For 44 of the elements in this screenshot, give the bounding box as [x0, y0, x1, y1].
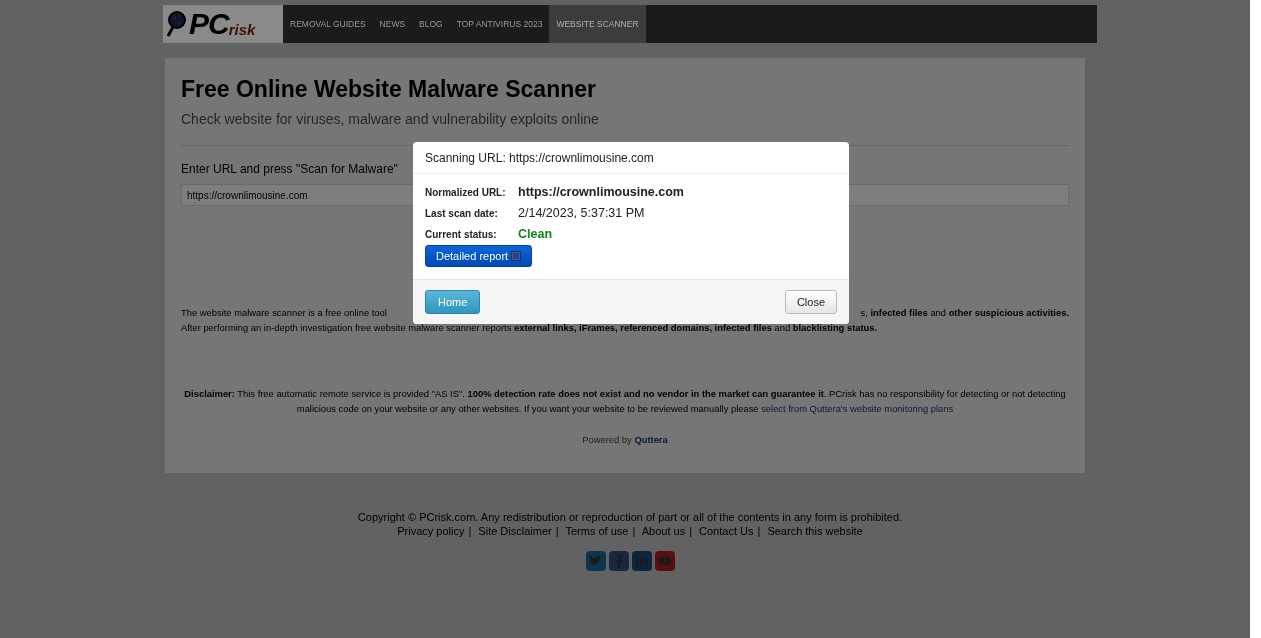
nav-link[interactable]: BLOG [412, 5, 450, 43]
disclaimer-text: Disclaimer: This free automatic remote service is provided "AS IS". 100% detection rate does not exist and no vendor in the market can guarantee it. PCrisk has no responsibility for detecting or not detecting malicious code on your website or any other websites. If you want your website to be reviewed manually please select from Quttera's website monitoring plans [183, 387, 1067, 416]
nav-link[interactable]: TOP ANTIVIRUS 2023 [449, 5, 550, 43]
home-button[interactable]: Home [425, 290, 481, 314]
in-letter-icon[interactable] [631, 551, 652, 571]
field-label: Current status: [425, 229, 498, 240]
url-label: Enter URL and press "Scan for Malware" [181, 162, 399, 176]
monitoring-plans-link[interactable]: select from Quttera's website monitoring plans [761, 403, 954, 414]
close-button[interactable]: Close [784, 290, 837, 314]
status-value: Clean [518, 227, 553, 241]
copyright-text: Copyright © PCrisk.com. Any redistribution or reproduction of part or all of the contents in any form is prohibited. [357, 511, 903, 523]
nav-link[interactable]: WEBSITE SCANNER [549, 5, 646, 43]
bird-icon[interactable] [585, 551, 606, 571]
link-separator: | [468, 525, 472, 537]
normalized-url-value: https://crownlimousine.com [518, 185, 684, 199]
footer-link[interactable]: Search this website [767, 525, 863, 537]
footer-link[interactable]: Terms of use [565, 525, 629, 537]
nav-link[interactable]: NEWS [372, 5, 413, 43]
field-label: Last scan date: [425, 208, 499, 219]
link-separator: | [632, 525, 636, 537]
pcrisk-logo[interactable]: PCrisk [163, 5, 283, 43]
page-title: Free Online Website Malware Scanner [181, 76, 597, 103]
link-separator: | [689, 525, 692, 537]
field-label: Normalized URL: [425, 187, 507, 198]
powered-by-text: Powered by [582, 434, 632, 445]
play-icon[interactable] [654, 551, 675, 571]
scan-date-value: 2/14/2023, 5:37:31 PM [518, 206, 645, 220]
f-letter-icon[interactable] [608, 551, 629, 571]
footer-link[interactable]: About us [641, 525, 686, 537]
page-subtitle: Check website for viruses, malware and vulnerability exploits online [181, 111, 600, 127]
footer-link[interactable]: Privacy policy [397, 525, 465, 537]
dialog-title: Scanning URL: https://crownlimousine.com [425, 151, 654, 165]
link-separator: | [555, 525, 559, 537]
magnifier-icon [166, 11, 188, 37]
quttera-link[interactable]: Quttera [634, 434, 668, 445]
description-text: s, infected files and other suspicious activities. [860, 307, 1069, 318]
footer-link[interactable]: Contact Us [699, 525, 754, 537]
link-separator: | [757, 525, 761, 537]
description-text: The website malware scanner is a free online tool [181, 307, 387, 318]
detailed-report-button[interactable]: Detailed report [425, 245, 533, 267]
list-icon [511, 251, 522, 261]
footer-link[interactable]: Site Disclaimer [478, 525, 552, 537]
description-text: After performing an in-depth investigation free website malware scanner reports external links, iFrames, referenced domains, infected files and blacklisting status. [181, 322, 879, 333]
nav-link[interactable]: REMOVAL GUIDES [283, 5, 373, 43]
